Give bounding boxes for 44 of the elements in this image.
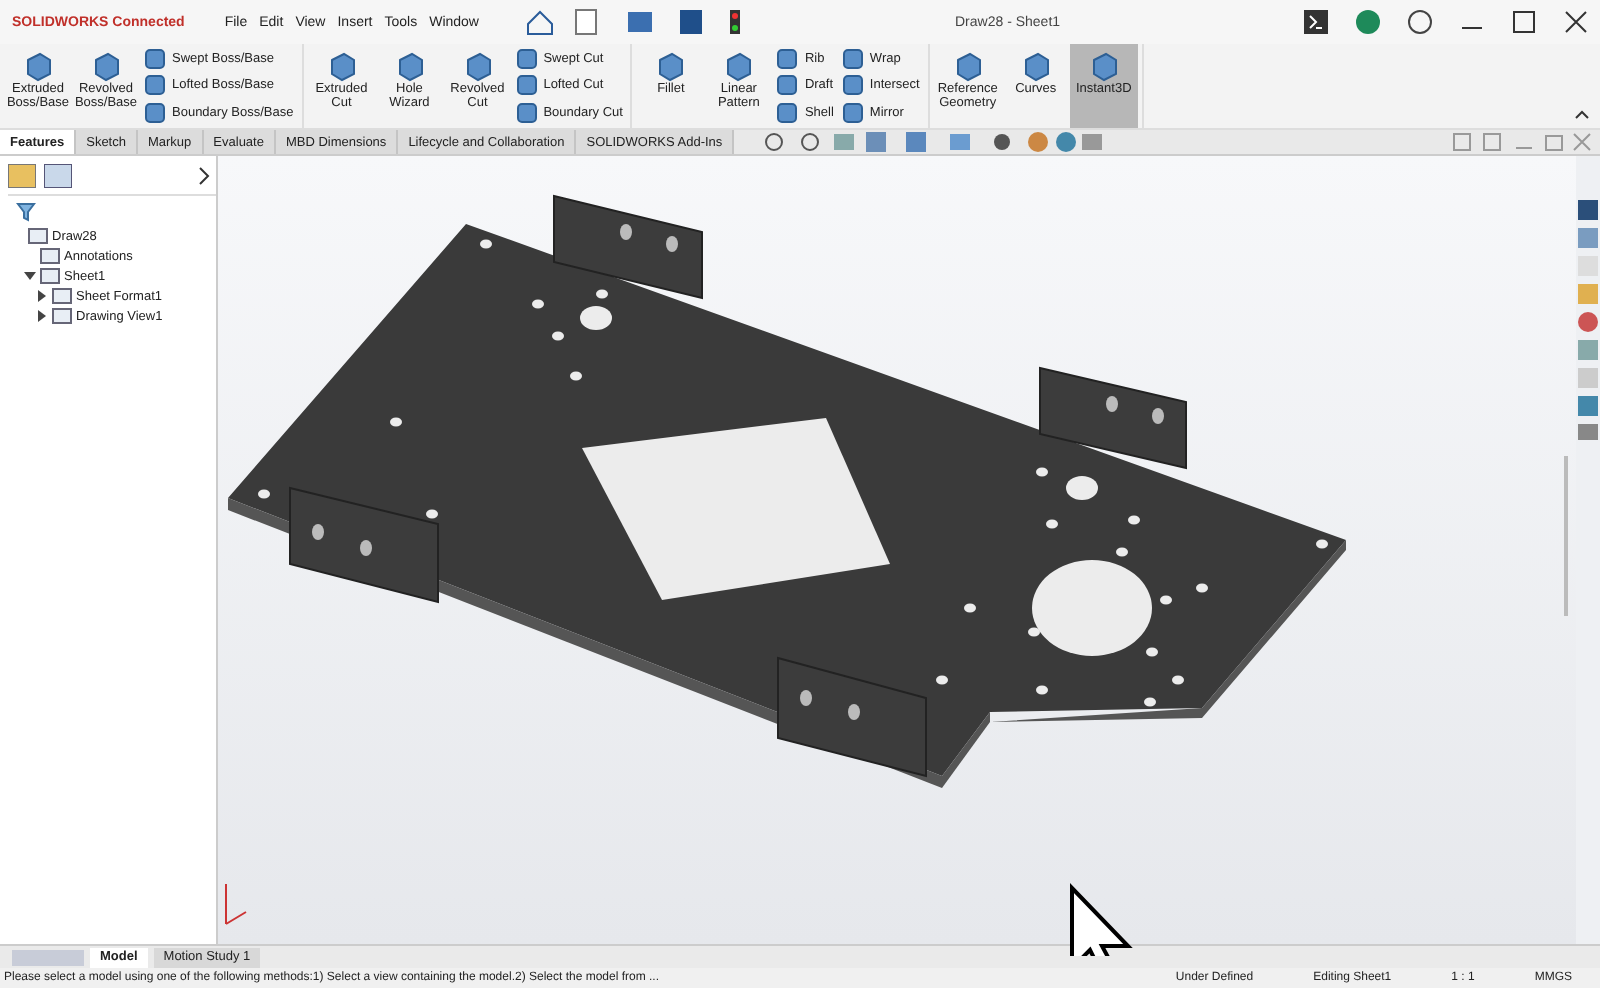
tree-node-icon	[40, 246, 60, 266]
feature-icon	[325, 50, 358, 82]
expand-arrow-icon[interactable]	[36, 310, 48, 322]
terminal-icon[interactable]	[1304, 10, 1328, 34]
property-manager-tab-icon[interactable]	[44, 164, 72, 188]
feature-icon	[515, 48, 538, 71]
feature-icon	[776, 74, 799, 97]
feature-icon	[722, 50, 755, 82]
feature-icon	[776, 101, 799, 124]
user-avatar-icon[interactable]	[1356, 10, 1380, 34]
feature-icon	[144, 48, 166, 71]
feature-icon	[144, 74, 166, 97]
expand-arrow-icon[interactable]	[24, 270, 36, 282]
feature-icon	[22, 50, 54, 82]
filter-icon[interactable]	[16, 202, 36, 222]
maximize-icon[interactable]	[1512, 10, 1536, 34]
tree-node-icon	[40, 266, 60, 286]
mouse-cursor-icon	[1070, 883, 1133, 956]
close-icon[interactable]	[1564, 10, 1588, 34]
collapse-ribbon-icon[interactable]	[1572, 106, 1592, 122]
feature-icon	[461, 50, 494, 82]
feature-icon	[144, 101, 166, 124]
feature-icon	[776, 48, 799, 71]
feature-icon	[841, 101, 864, 124]
chevron-icon[interactable]	[198, 166, 210, 186]
feature-icon	[654, 50, 687, 82]
feature-icon	[90, 50, 122, 82]
tree-node-icon	[52, 286, 72, 306]
feature-manager-tab-icon[interactable]	[8, 164, 36, 188]
feature-icon	[951, 50, 984, 82]
expand-arrow-icon[interactable]	[36, 290, 48, 302]
tree-node-icon	[52, 306, 72, 326]
feature-icon	[841, 74, 864, 97]
feature-icon	[841, 48, 864, 71]
view-toolbar-icons[interactable]	[762, 130, 1103, 154]
help-icon[interactable]	[1408, 10, 1432, 34]
tree-node-icon	[28, 226, 48, 246]
feature-icon	[1019, 50, 1052, 82]
feature-icon	[1087, 50, 1120, 82]
feature-icon	[515, 74, 538, 97]
feature-icon	[515, 101, 538, 124]
task-pane-icons[interactable]	[1578, 200, 1598, 440]
axis-triad-icon	[225, 883, 247, 925]
feature-icon	[393, 50, 426, 82]
